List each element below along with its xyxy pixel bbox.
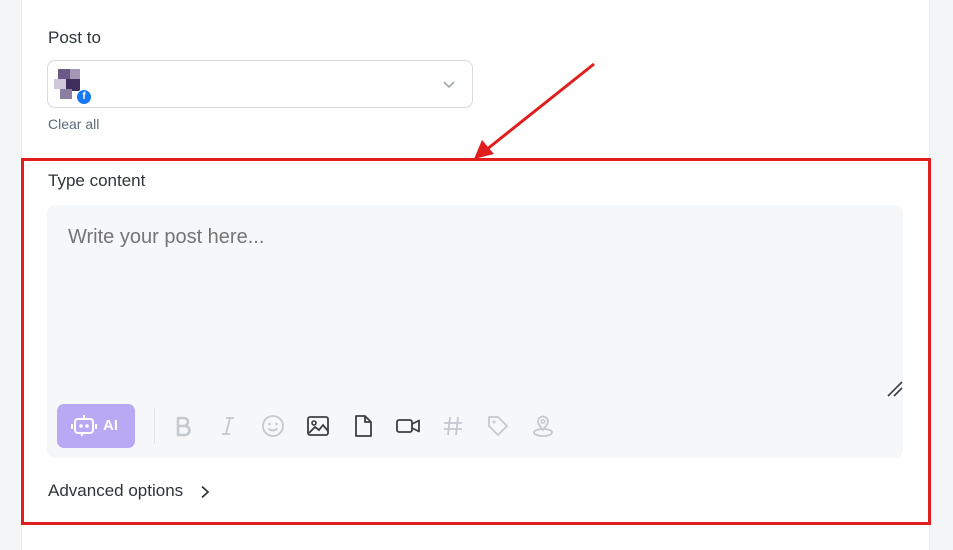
chevron-down-icon (443, 81, 455, 89)
facebook-icon: f (76, 89, 92, 105)
post-to-label: Post to (48, 28, 101, 47)
account-select[interactable]: f (47, 60, 473, 108)
annotation-arrow-icon (474, 62, 595, 159)
clear-all-link[interactable]: Clear all (48, 116, 99, 132)
account-avatar: f (54, 67, 92, 105)
annotation-highlight-box (21, 158, 931, 525)
